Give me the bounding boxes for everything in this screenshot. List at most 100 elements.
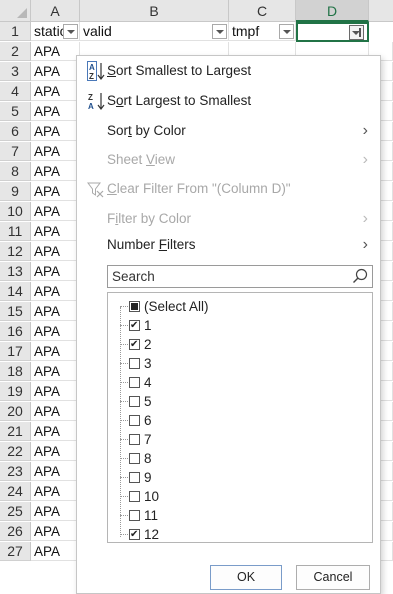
cell[interactable]: APA: [31, 282, 80, 301]
row-header[interactable]: 2: [0, 42, 31, 61]
cell[interactable]: APA: [31, 62, 80, 81]
checkbox[interactable]: [129, 358, 140, 369]
row-header[interactable]: 25: [0, 502, 31, 521]
row-header[interactable]: 14: [0, 282, 31, 301]
menu-number-filters[interactable]: Number Filters ›: [77, 232, 380, 258]
checkbox[interactable]: [129, 415, 140, 426]
filter-dropdown-tmpf[interactable]: [279, 24, 294, 39]
checkbox[interactable]: [129, 472, 140, 483]
cell[interactable]: APA: [31, 42, 80, 61]
cell[interactable]: APA: [31, 482, 80, 501]
filter-dropdown-valid[interactable]: [212, 24, 227, 39]
row-header[interactable]: 18: [0, 362, 31, 381]
filter-value-item[interactable]: 12: [108, 525, 372, 542]
cell[interactable]: APA: [31, 322, 80, 341]
menu-sort-by-color[interactable]: Sort by Color ›: [77, 118, 380, 144]
cell[interactable]: APA: [31, 242, 80, 261]
row-header[interactable]: 22: [0, 442, 31, 461]
checkbox[interactable]: [129, 491, 140, 502]
row-header[interactable]: 21: [0, 422, 31, 441]
cell[interactable]: APA: [31, 262, 80, 281]
cell[interactable]: APA: [31, 522, 80, 541]
filter-value-item[interactable]: 2: [108, 335, 372, 354]
filter-dropdown-station[interactable]: [63, 24, 78, 39]
checkbox[interactable]: [129, 396, 140, 407]
row-header[interactable]: 10: [0, 202, 31, 221]
checkbox[interactable]: [129, 510, 140, 521]
row-header[interactable]: 4: [0, 82, 31, 101]
filter-value-item[interactable]: 10: [108, 487, 372, 506]
checkbox[interactable]: [129, 453, 140, 464]
row-header[interactable]: 5: [0, 102, 31, 121]
menu-filter-by-color[interactable]: Filter by Color ›: [77, 206, 380, 232]
row-header[interactable]: 6: [0, 122, 31, 141]
row-header[interactable]: 26: [0, 522, 31, 541]
cell[interactable]: APA: [31, 122, 80, 141]
cell[interactable]: APA: [31, 502, 80, 521]
checkbox[interactable]: [129, 525, 140, 542]
filter-value-item[interactable]: (Select All): [108, 297, 372, 316]
header-cell-valid[interactable]: valid: [80, 22, 229, 41]
row-header[interactable]: 17: [0, 342, 31, 361]
row-header[interactable]: 9: [0, 182, 31, 201]
row-header[interactable]: 3: [0, 62, 31, 81]
menu-sort-descending[interactable]: Z A Sort Largest to Smallest: [77, 88, 380, 114]
row-header[interactable]: 15: [0, 302, 31, 321]
cell[interactable]: APA: [31, 442, 80, 461]
cell[interactable]: APA: [31, 382, 80, 401]
cell[interactable]: APA: [31, 162, 80, 181]
checkbox[interactable]: [129, 434, 140, 445]
filter-values-list[interactable]: (Select All)123456789101112: [107, 292, 373, 543]
checkbox[interactable]: [129, 335, 140, 354]
filter-value-item[interactable]: 1: [108, 316, 372, 335]
ok-button[interactable]: OK: [210, 565, 282, 590]
filter-value-item[interactable]: 4: [108, 373, 372, 392]
menu-sort-ascending[interactable]: A Z Sort Smallest to Largest: [77, 58, 380, 84]
column-header-c[interactable]: C: [229, 0, 296, 22]
row-header[interactable]: 23: [0, 462, 31, 481]
cell[interactable]: APA: [31, 402, 80, 421]
cancel-button[interactable]: Cancel: [296, 565, 370, 590]
filter-value-item[interactable]: 11: [108, 506, 372, 525]
cell[interactable]: APA: [31, 302, 80, 321]
cell[interactable]: APA: [31, 102, 80, 121]
cell[interactable]: APA: [31, 142, 80, 161]
search-input[interactable]: Search: [107, 265, 373, 288]
filter-value-item[interactable]: 7: [108, 430, 372, 449]
row-header[interactable]: 12: [0, 242, 31, 261]
row-header[interactable]: 20: [0, 402, 31, 421]
row-header[interactable]: 27: [0, 542, 31, 561]
column-header-e[interactable]: [369, 0, 393, 22]
cell[interactable]: APA: [31, 202, 80, 221]
filter-value-item[interactable]: 6: [108, 411, 372, 430]
row-header[interactable]: 24: [0, 482, 31, 501]
cell[interactable]: APA: [31, 422, 80, 441]
filter-value-item[interactable]: 9: [108, 468, 372, 487]
column-header-b[interactable]: B: [80, 0, 229, 22]
checkbox[interactable]: [129, 377, 140, 388]
row-header[interactable]: 1: [0, 22, 31, 41]
menu-sheet-view[interactable]: Sheet View ›: [77, 147, 380, 173]
cell[interactable]: APA: [31, 342, 80, 361]
filter-dropdown-d[interactable]: [349, 25, 364, 40]
select-all-corner[interactable]: [0, 0, 31, 22]
cell[interactable]: APA: [31, 462, 80, 481]
checkbox[interactable]: [129, 301, 140, 312]
row-header[interactable]: 13: [0, 262, 31, 281]
row-header[interactable]: 8: [0, 162, 31, 181]
filter-value-item[interactable]: 8: [108, 449, 372, 468]
row-header[interactable]: 19: [0, 382, 31, 401]
checkbox[interactable]: [129, 316, 140, 335]
cell[interactable]: APA: [31, 542, 80, 561]
menu-clear-filter[interactable]: Clear Filter From "(Column D)": [77, 176, 380, 202]
cell[interactable]: APA: [31, 222, 80, 241]
row-header[interactable]: 11: [0, 222, 31, 241]
cell[interactable]: APA: [31, 182, 80, 201]
column-header-a[interactable]: A: [31, 0, 80, 22]
row-header[interactable]: 16: [0, 322, 31, 341]
cell[interactable]: APA: [31, 362, 80, 381]
filter-value-item[interactable]: 3: [108, 354, 372, 373]
filter-value-item[interactable]: 5: [108, 392, 372, 411]
cell[interactable]: APA: [31, 82, 80, 101]
column-header-d[interactable]: D: [296, 0, 369, 22]
